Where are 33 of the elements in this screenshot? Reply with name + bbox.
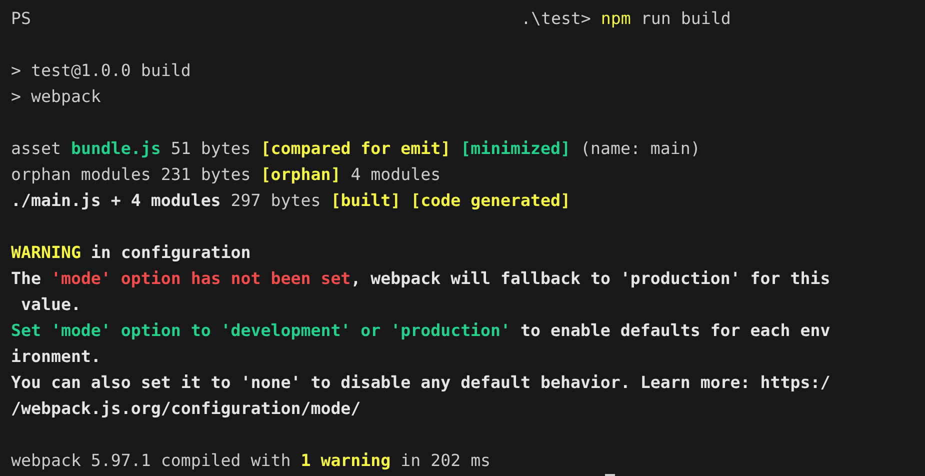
output-text: value. (20, 294, 81, 316)
output-text: [compared for emit] (260, 138, 451, 160)
output-text: [built] (330, 190, 401, 212)
output-text: ./main.js + 4 modules (11, 190, 221, 212)
output-text: ironment. (11, 346, 101, 368)
output-text: asset (11, 138, 62, 160)
output-text: in configuration (90, 242, 251, 264)
output-text: The (11, 268, 42, 290)
output-text: You can also set it to 'none' to disable any default behavior. Learn more: https:/ (11, 372, 830, 394)
output-text: 'mode' option has not been set (50, 268, 351, 290)
output-text: > test@1.0.0 build (11, 60, 191, 82)
output-text: 297 bytes (230, 190, 322, 212)
command-arguments: run build (640, 8, 731, 30)
output-text: 51 bytes (170, 138, 252, 160)
prompt-label: PS (11, 8, 31, 30)
output-text: [code generated] (410, 190, 570, 212)
output-text: , webpack will fallback to 'production' for this (350, 268, 830, 290)
prompt-path: .\test> (520, 8, 591, 30)
output-text: Set 'mode' option to 'development' or 'production' (11, 320, 511, 342)
output-text: WARNING (11, 242, 81, 264)
output-text: in 202 ms (400, 450, 491, 472)
output-text: [minimized] (460, 138, 570, 160)
output-text: 1 warning (300, 450, 391, 472)
output-text: /webpack.js.org/configuration/mode/ (11, 398, 361, 420)
command-name: npm (600, 8, 631, 30)
output-text: > webpack (11, 86, 101, 108)
output-text: orphan modules 231 bytes (11, 164, 252, 186)
output-text: webpack 5.97.1 compiled with (11, 450, 292, 472)
output-text: bundle.js (70, 138, 161, 160)
output-text: (name: main) (579, 138, 700, 160)
output-text: to enable defaults for each env (520, 320, 830, 342)
output-text: [orphan] (260, 164, 341, 186)
output-text: 4 modules (350, 164, 441, 186)
